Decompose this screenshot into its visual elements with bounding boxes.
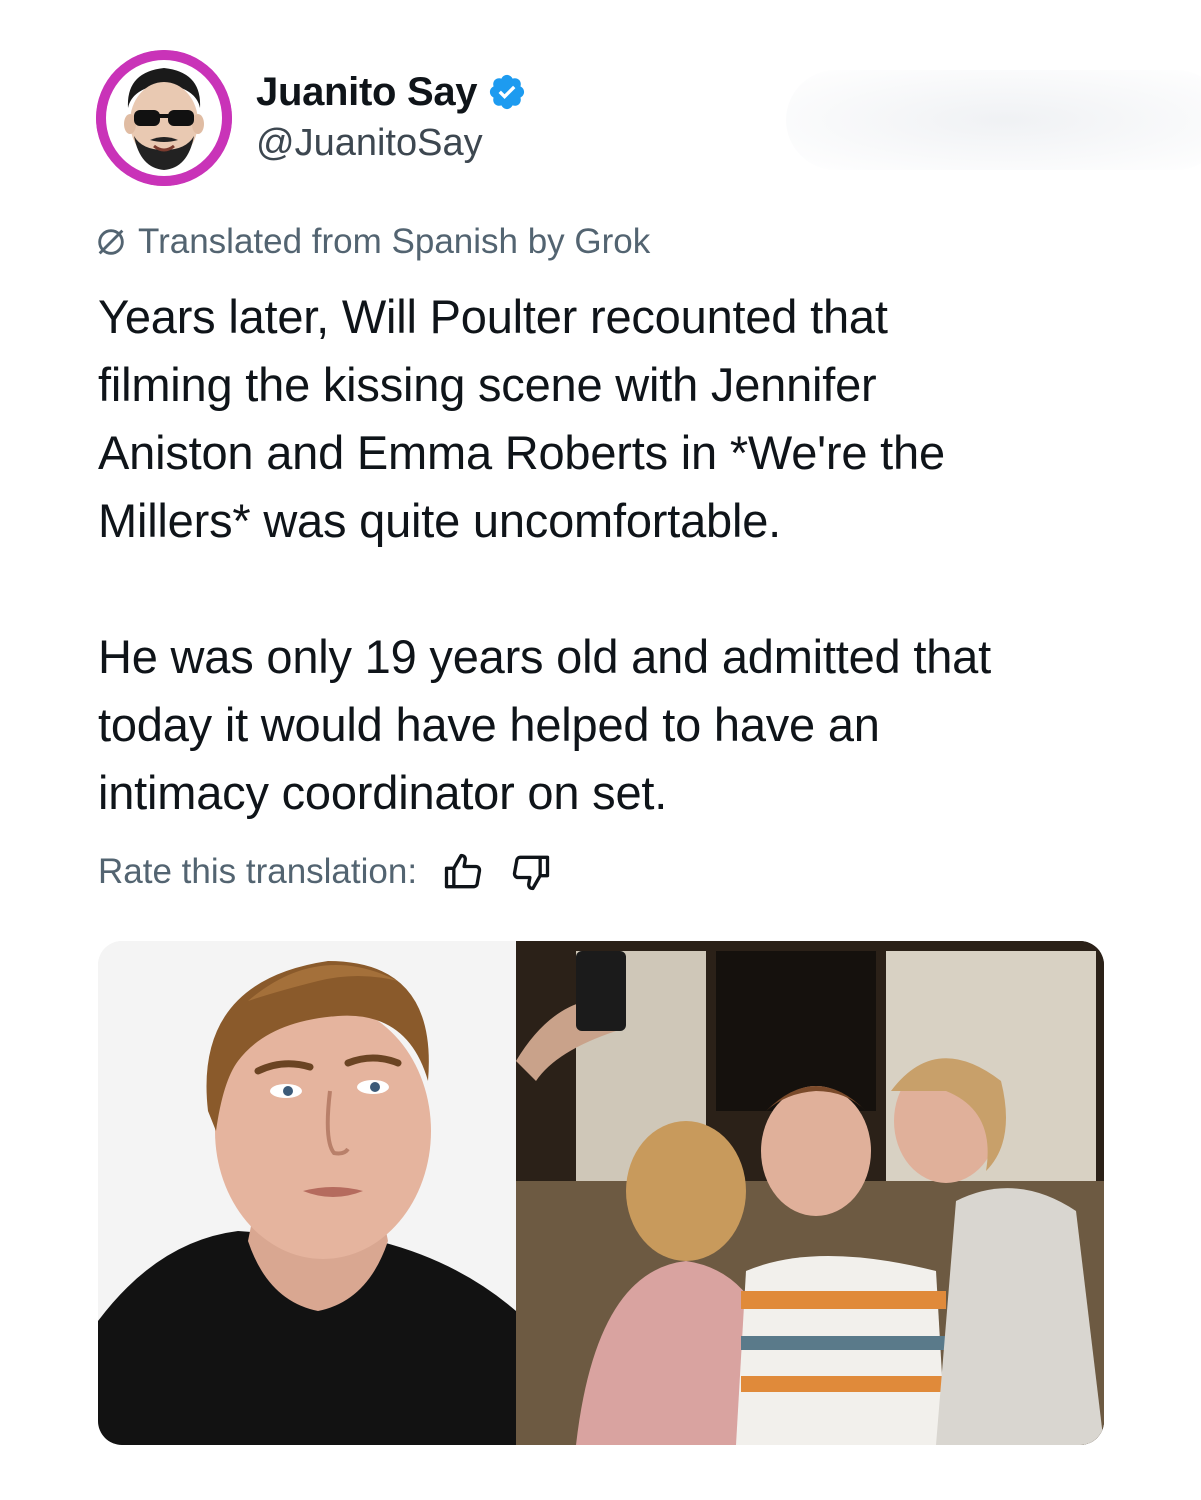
thumbs-up-icon[interactable] <box>441 850 485 894</box>
thumbs-down-icon[interactable] <box>509 850 553 894</box>
globe-slash-icon <box>98 229 124 255</box>
portrait-photo[interactable] <box>98 941 516 1445</box>
verified-badge-icon <box>487 72 527 112</box>
author-names: Juanito Say @JuanitoSay <box>256 68 527 165</box>
blurred-area <box>786 70 1201 170</box>
post-body-text: Years later, Will Poulter recounted that… <box>98 290 991 819</box>
post-media[interactable] <box>98 941 1104 1445</box>
translation-notice-text: Translated from Spanish by Grok <box>138 222 651 261</box>
display-name-row: Juanito Say <box>256 68 527 116</box>
rate-translation: Rate this translation: <box>98 850 553 894</box>
rate-translation-label: Rate this translation: <box>98 852 418 891</box>
movie-still-photo[interactable] <box>516 941 1104 1445</box>
author-avatar[interactable] <box>96 50 232 186</box>
translation-notice: Translated from Spanish by Grok <box>94 222 650 262</box>
author-display-name[interactable]: Juanito Say <box>256 70 478 115</box>
post-header: Juanito Say @JuanitoSay <box>96 50 1201 190</box>
author-handle[interactable]: @JuanitoSay <box>256 122 527 165</box>
cartoon-avatar-icon <box>96 50 232 186</box>
